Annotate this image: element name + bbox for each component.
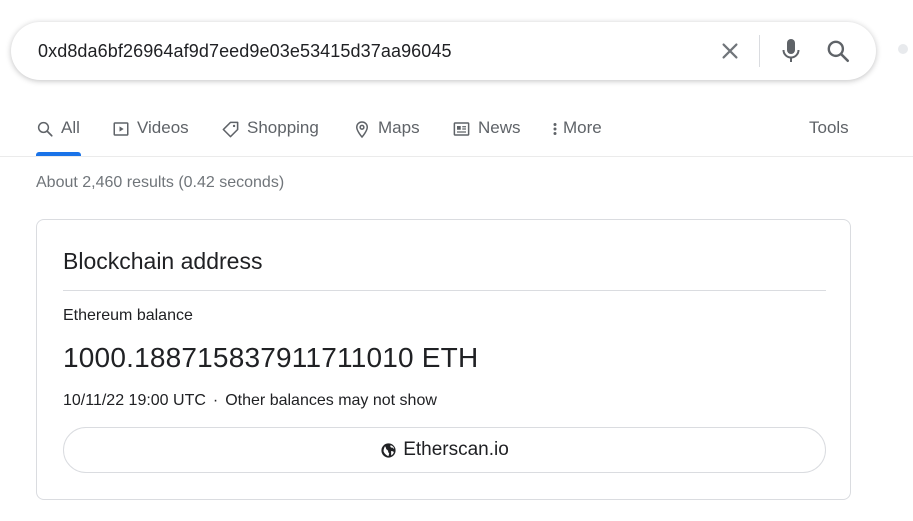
search-box — [11, 22, 876, 80]
tab-label: Shopping — [247, 118, 319, 137]
balance-meta: 10/11/22 19:00 UTC · Other balances may … — [63, 392, 437, 410]
newspaper-icon — [453, 122, 470, 136]
etherscan-link-button[interactable]: Etherscan.io — [63, 427, 826, 473]
balance-timestamp: 10/11/22 19:00 UTC — [63, 392, 206, 409]
map-pin-icon — [355, 121, 369, 139]
microphone-icon — [782, 39, 800, 62]
tab-label: Maps — [378, 118, 420, 137]
blockchain-address-card: Blockchain address Ethereum balance 1000… — [36, 219, 851, 500]
search-tabs: All Videos Shopping Maps News More Tools — [0, 110, 913, 157]
tab-news[interactable]: News — [452, 118, 521, 154]
tab-label: All — [61, 118, 80, 137]
tools-button[interactable]: Tools — [809, 118, 849, 154]
apps-dot[interactable] — [898, 44, 908, 54]
globe-icon — [381, 442, 396, 458]
voice-search-button[interactable] — [776, 36, 806, 66]
result-stats: About 2,460 results (0.42 seconds) — [36, 174, 285, 191]
search-divider — [759, 35, 760, 67]
balance-label: Ethereum balance — [63, 307, 193, 324]
search-input[interactable] — [38, 22, 698, 80]
search-icon — [37, 121, 53, 137]
card-divider — [63, 290, 826, 291]
etherscan-link-label: Etherscan.io — [403, 439, 509, 460]
tab-label: News — [478, 118, 521, 137]
tab-all[interactable]: All — [36, 118, 80, 154]
play-icon — [113, 122, 129, 136]
balance-note: Other balances may not show — [225, 392, 437, 409]
search-button[interactable] — [823, 36, 853, 66]
balance-value: 1000.188715837911711010 ETH — [63, 342, 479, 373]
tab-more[interactable]: More — [551, 118, 602, 154]
card-title: Blockchain address — [63, 248, 263, 274]
tab-maps[interactable]: Maps — [353, 118, 420, 154]
clear-button[interactable] — [715, 36, 745, 66]
meta-separator: · — [212, 392, 219, 409]
tag-icon — [222, 121, 239, 138]
more-vertical-icon — [553, 123, 557, 135]
active-tab-indicator — [36, 152, 81, 156]
tab-videos[interactable]: Videos — [112, 118, 189, 154]
close-icon — [722, 43, 738, 59]
tools-label: Tools — [809, 118, 849, 137]
tab-shopping[interactable]: Shopping — [221, 118, 319, 154]
search-icon — [827, 40, 850, 63]
tab-label: Videos — [137, 118, 189, 137]
tab-label: More — [563, 118, 602, 137]
